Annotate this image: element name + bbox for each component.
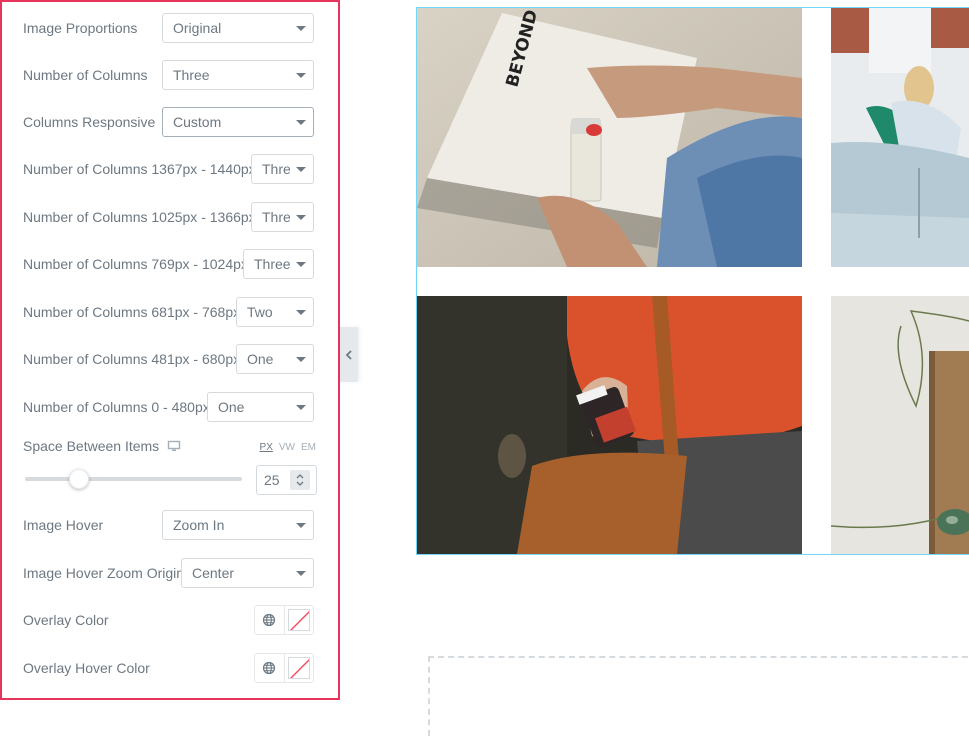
control-label: Number of Columns — [23, 67, 148, 83]
no-color-icon — [287, 609, 310, 631]
select-value: Three — [173, 67, 210, 83]
number-of-columns-select[interactable]: Three — [162, 60, 314, 90]
select-value: Center — [192, 565, 235, 581]
control-label: Overlay Color — [23, 612, 109, 628]
control-label: Image Hover Zoom Origin — [23, 565, 185, 581]
columns-769-1024-control: Number of Columns 769px - 1024px Three — [23, 249, 314, 279]
image-hover-control: Image Hover Zoom In — [23, 510, 314, 540]
unit-vw[interactable]: VW — [279, 442, 295, 453]
columns-681-768-control: Number of Columns 681px - 768px Two — [23, 297, 314, 327]
unit-switcher: PX VW EM — [260, 442, 316, 453]
columns-responsive-select[interactable]: Custom — [162, 107, 314, 137]
columns-681-768-select[interactable]: Two — [236, 297, 314, 327]
columns-481-680-control: Number of Columns 481px - 680px One — [23, 344, 314, 374]
control-label: Number of Columns 681px - 768px — [23, 304, 241, 320]
color-swatch-button[interactable] — [285, 606, 314, 634]
caret-down-icon — [296, 214, 306, 220]
select-value: One — [247, 351, 274, 367]
columns-1025-1366-control: Number of Columns 1025px - 1366px Three — [23, 202, 314, 232]
space-number-input[interactable]: 25 — [256, 465, 317, 495]
panel-collapse-button[interactable] — [340, 327, 358, 382]
select-value: Original — [173, 20, 222, 36]
overlay-hover-color-picker — [254, 653, 314, 683]
columns-1367-1440-control: Number of Columns 1367px - 1440px Three — [23, 154, 314, 184]
settings-panel: Image Proportions Original Number of Col… — [0, 0, 340, 700]
caret-down-icon — [296, 522, 306, 528]
space-slider-track[interactable] — [25, 477, 242, 481]
image-proportions-control: Image Proportions Original — [23, 13, 314, 43]
select-value: One — [218, 399, 245, 415]
control-label: Image Proportions — [23, 20, 138, 36]
no-color-icon — [287, 657, 310, 679]
caret-down-icon — [296, 166, 306, 172]
unit-px[interactable]: PX — [260, 442, 273, 453]
caret-down-icon — [296, 25, 306, 31]
control-label: Number of Columns 1025px - 1366px — [23, 209, 256, 225]
image-proportions-select[interactable]: Original — [162, 13, 314, 43]
select-value: Zoom In — [173, 517, 225, 533]
control-label: Image Hover — [23, 517, 104, 533]
color-swatch-button[interactable] — [285, 654, 314, 682]
woman-on-green-chair-photo — [831, 8, 969, 267]
overlay-color-control: Overlay Color — [23, 605, 314, 635]
caret-down-icon — [296, 356, 306, 362]
columns-0-480-control: Number of Columns 0 - 480px One — [23, 392, 314, 422]
zoom-origin-select[interactable]: Center — [181, 558, 314, 588]
overlay-hover-color-control: Overlay Hover Color — [23, 653, 314, 683]
desktop-icon[interactable] — [167, 439, 181, 453]
select-value: Three — [254, 256, 290, 272]
control-label: Number of Columns 481px - 680px — [23, 351, 241, 367]
image-hover-select[interactable]: Zoom In — [162, 510, 314, 540]
space-value: 25 — [264, 472, 280, 488]
caret-down-icon — [296, 119, 306, 125]
caret-down-icon — [296, 261, 306, 267]
columns-0-480-select[interactable]: One — [207, 392, 314, 422]
select-value: Three — [262, 209, 290, 225]
control-label: Columns Responsive — [23, 114, 156, 130]
control-label: Overlay Hover Color — [23, 660, 150, 676]
select-value: Three — [262, 161, 290, 177]
chevron-left-icon — [345, 349, 352, 360]
caret-down-icon — [296, 404, 306, 410]
gallery-item-1[interactable]: BEYOND COFFEE — [417, 8, 802, 267]
orange-sweater-bag-photo — [417, 296, 802, 554]
globe-icon[interactable] — [255, 606, 285, 634]
control-label: Number of Columns 769px - 1024px — [23, 256, 248, 272]
columns-1025-1366-select[interactable]: Three — [251, 202, 314, 232]
caret-down-icon — [296, 570, 306, 576]
columns-769-1024-select[interactable]: Three — [243, 249, 314, 279]
unit-em[interactable]: EM — [301, 442, 316, 453]
add-section-dropzone[interactable] — [428, 656, 969, 736]
number-of-columns-control: Number of Columns Three — [23, 60, 314, 90]
beyond-coffee-book-photo: BEYOND COFFEE — [417, 8, 802, 267]
gallery-item-4[interactable] — [831, 296, 969, 554]
gallery-item-2[interactable] — [831, 8, 969, 267]
overlay-color-picker — [254, 605, 314, 635]
space-slider-thumb[interactable] — [69, 469, 90, 489]
gallery-item-3[interactable] — [417, 296, 802, 554]
select-value: Two — [247, 304, 273, 320]
control-label: Number of Columns 0 - 480px — [23, 399, 210, 415]
caret-down-icon — [296, 309, 306, 315]
columns-responsive-control: Columns Responsive Custom — [23, 107, 314, 137]
caret-down-icon — [296, 72, 306, 78]
select-value: Custom — [173, 114, 222, 130]
control-label: Number of Columns 1367px - 1440px — [23, 161, 256, 177]
cardboard-box-plant-photo — [831, 296, 969, 554]
space-between-label: Space Between Items — [23, 438, 160, 454]
columns-1367-1440-select[interactable]: Three — [251, 154, 314, 184]
stepper-arrows-icon[interactable] — [290, 470, 310, 490]
globe-icon[interactable] — [255, 654, 285, 682]
zoom-origin-control: Image Hover Zoom Origin Center — [23, 558, 314, 588]
columns-481-680-select[interactable]: One — [236, 344, 314, 374]
